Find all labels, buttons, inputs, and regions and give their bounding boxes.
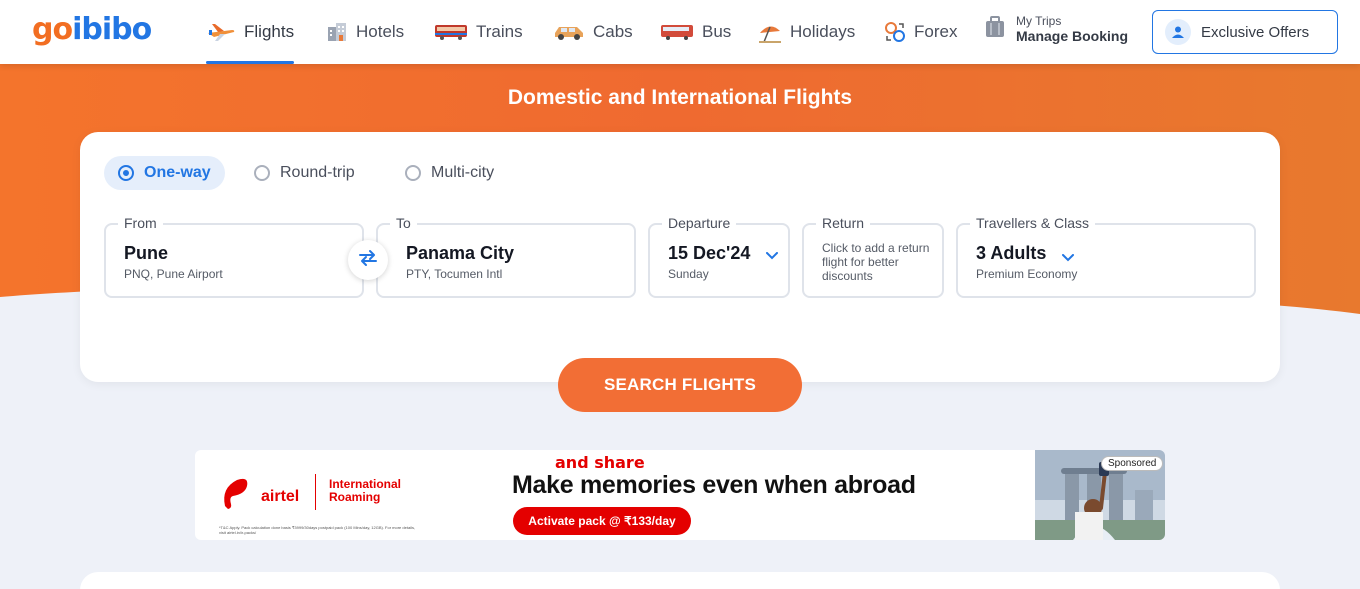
radio-selected-icon: [118, 165, 134, 181]
trip-type-round-trip[interactable]: Round-trip: [240, 156, 369, 190]
departure-label: Departure: [662, 215, 737, 231]
travel-class: Premium Economy: [976, 267, 1078, 281]
travellers-count: 3 Adults: [976, 243, 1047, 263]
nav-label: Forex: [914, 22, 958, 41]
exclusive-offers-button[interactable]: Exclusive Offers: [1152, 10, 1338, 54]
flight-search-card: One-way Round-trip Multi-city From Pune …: [80, 132, 1280, 382]
from-field[interactable]: From Pune PNQ, Pune Airport: [104, 215, 364, 298]
ad-fine-print: *T&C Apply. Pack calculation done basis …: [219, 525, 416, 535]
hotel-icon: [326, 21, 348, 43]
offers-section-card: [80, 572, 1280, 589]
travellers-label: Travellers & Class: [970, 215, 1096, 231]
return-label: Return: [816, 215, 871, 231]
travellers-field[interactable]: Travellers & Class 3 Adults Premium Econ…: [956, 215, 1256, 298]
from-airport: PNQ, Pune Airport: [124, 267, 223, 281]
airtel-wordmark: airtel: [261, 487, 300, 505]
radio-icon: [254, 165, 270, 181]
nav-label: Trains: [476, 22, 523, 41]
top-header: goibibo Flights Hotels Trains Cabs Bus H…: [0, 0, 1360, 64]
ad-divider: [315, 474, 316, 510]
user-icon: [1165, 19, 1191, 45]
my-trips[interactable]: My Trips Manage Booking: [984, 14, 1128, 44]
airtel-logo: airtel: [219, 476, 299, 517]
nav-bus[interactable]: Bus: [660, 0, 731, 64]
nav-label: Hotels: [356, 22, 405, 41]
to-label: To: [390, 215, 417, 231]
trip-type-one-way[interactable]: One-way: [104, 156, 225, 190]
suitcase-icon: [984, 15, 1006, 44]
train-icon: [434, 23, 468, 41]
airtel-swirl-icon: [219, 476, 253, 517]
trip-type-label: Round-trip: [280, 164, 355, 181]
nav-cabs[interactable]: Cabs: [553, 0, 633, 64]
exclusive-offers-label: Exclusive Offers: [1201, 23, 1310, 41]
nav-trains[interactable]: Trains: [434, 0, 523, 64]
departure-field[interactable]: Departure 15 Dec'24 Sunday: [648, 215, 790, 298]
forex-icon: [884, 21, 906, 43]
goibibo-logo[interactable]: goibibo: [32, 12, 152, 47]
ad-product: International Roaming: [329, 477, 402, 504]
flight-icon: [206, 21, 236, 43]
airtel-ad-banner[interactable]: airtel International Roaming *T&C Apply.…: [195, 450, 1165, 540]
ad-headline: Make memories even when abroad: [512, 471, 916, 499]
nav-label: Holidays: [790, 22, 856, 41]
search-flights-button[interactable]: SEARCH FLIGHTS: [558, 358, 802, 412]
manage-booking-label: Manage Booking: [1016, 28, 1129, 44]
radio-icon: [405, 165, 421, 181]
chevron-down-icon: [766, 247, 778, 265]
trip-type-multi-city[interactable]: Multi-city: [391, 156, 508, 190]
to-field[interactable]: To Panama City PTY, Tocumen Intl: [376, 215, 636, 298]
departure-date: 15 Dec'24: [668, 243, 751, 263]
nav-holidays[interactable]: Holidays: [758, 0, 855, 64]
nav-label: Bus: [702, 22, 732, 41]
activate-pack-button[interactable]: Activate pack @ ₹133/day: [513, 507, 691, 535]
return-note: Click to add a return flight for better …: [822, 241, 930, 283]
swap-cities-button[interactable]: [348, 240, 388, 280]
ad-share-text: and share: [555, 453, 645, 472]
trip-type-label: One-way: [144, 164, 211, 181]
holidays-icon: [758, 21, 782, 43]
nav-hotels[interactable]: Hotels: [326, 0, 404, 64]
page-title: Domestic and International Flights: [507, 86, 853, 109]
from-city: Pune: [124, 243, 169, 263]
departure-day: Sunday: [668, 267, 709, 281]
cab-icon: [553, 23, 585, 41]
nav-label: Flights: [244, 22, 295, 41]
swap-icon: [358, 249, 378, 272]
chevron-down-icon: [1062, 249, 1074, 267]
nav-forex[interactable]: Forex: [884, 0, 957, 64]
to-city: Panama City: [406, 243, 515, 263]
nav-flights[interactable]: Flights: [206, 0, 295, 64]
my-trips-label: My Trips: [1016, 14, 1062, 28]
trip-type-label: Multi-city: [431, 164, 495, 181]
to-airport: PTY, Tocumen Intl: [406, 267, 503, 281]
sponsored-badge: Sponsored: [1101, 456, 1164, 471]
nav-label: Cabs: [593, 22, 633, 41]
bus-icon: [660, 23, 694, 41]
return-field[interactable]: Return Click to add a return flight for …: [802, 215, 944, 298]
from-label: From: [118, 215, 163, 231]
